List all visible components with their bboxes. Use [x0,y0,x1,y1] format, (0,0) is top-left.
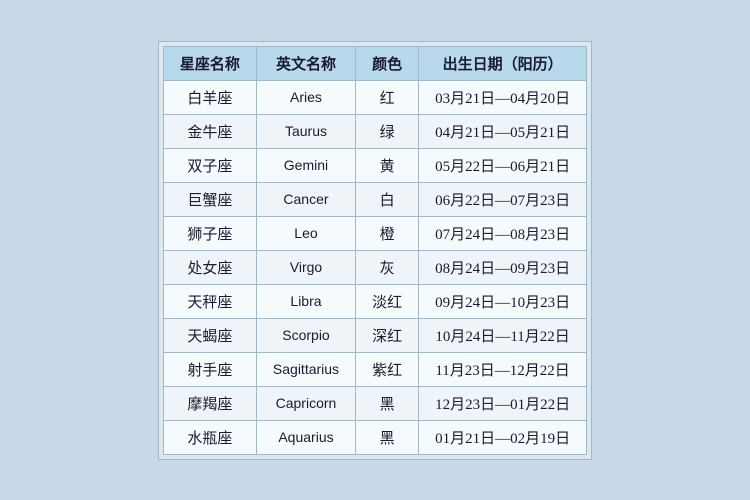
table-row: 处女座Virgo灰08月24日—09月23日 [163,250,586,284]
cell-chinese-name: 摩羯座 [163,386,256,420]
cell-date: 03月21日—04月20日 [419,80,587,114]
table-row: 水瓶座Aquarius黑01月21日—02月19日 [163,420,586,454]
table-row: 白羊座Aries红03月21日—04月20日 [163,80,586,114]
cell-date: 08月24日—09月23日 [419,250,587,284]
cell-color: 灰 [356,250,419,284]
zodiac-table-container: 星座名称 英文名称 颜色 出生日期（阳历） 白羊座Aries红03月21日—04… [158,41,592,460]
cell-chinese-name: 天蝎座 [163,318,256,352]
table-row: 巨蟹座Cancer白06月22日—07月23日 [163,182,586,216]
cell-chinese-name: 巨蟹座 [163,182,256,216]
cell-chinese-name: 双子座 [163,148,256,182]
header-color: 颜色 [356,46,419,80]
cell-date: 10月24日—11月22日 [419,318,587,352]
cell-chinese-name: 天秤座 [163,284,256,318]
cell-english-name: Aries [256,80,355,114]
header-date: 出生日期（阳历） [419,46,587,80]
cell-color: 红 [356,80,419,114]
table-header-row: 星座名称 英文名称 颜色 出生日期（阳历） [163,46,586,80]
cell-date: 05月22日—06月21日 [419,148,587,182]
cell-chinese-name: 处女座 [163,250,256,284]
cell-date: 12月23日—01月22日 [419,386,587,420]
cell-english-name: Taurus [256,114,355,148]
table-body: 白羊座Aries红03月21日—04月20日金牛座Taurus绿04月21日—0… [163,80,586,454]
table-row: 射手座Sagittarius紫红11月23日—12月22日 [163,352,586,386]
table-row: 狮子座Leo橙07月24日—08月23日 [163,216,586,250]
cell-chinese-name: 白羊座 [163,80,256,114]
cell-color: 紫红 [356,352,419,386]
cell-date: 04月21日—05月21日 [419,114,587,148]
zodiac-table: 星座名称 英文名称 颜色 出生日期（阳历） 白羊座Aries红03月21日—04… [163,46,587,455]
cell-english-name: Sagittarius [256,352,355,386]
cell-chinese-name: 狮子座 [163,216,256,250]
cell-color: 黑 [356,420,419,454]
table-row: 摩羯座Capricorn黑12月23日—01月22日 [163,386,586,420]
cell-chinese-name: 金牛座 [163,114,256,148]
cell-english-name: Cancer [256,182,355,216]
cell-english-name: Capricorn [256,386,355,420]
cell-color: 黄 [356,148,419,182]
cell-color: 橙 [356,216,419,250]
cell-color: 白 [356,182,419,216]
cell-english-name: Gemini [256,148,355,182]
cell-color: 深红 [356,318,419,352]
cell-date: 11月23日—12月22日 [419,352,587,386]
cell-color: 黑 [356,386,419,420]
cell-color: 绿 [356,114,419,148]
table-row: 天秤座Libra淡红09月24日—10月23日 [163,284,586,318]
cell-date: 01月21日—02月19日 [419,420,587,454]
cell-english-name: Libra [256,284,355,318]
table-row: 双子座Gemini黄05月22日—06月21日 [163,148,586,182]
cell-color: 淡红 [356,284,419,318]
table-row: 金牛座Taurus绿04月21日—05月21日 [163,114,586,148]
header-chinese-name: 星座名称 [163,46,256,80]
cell-date: 07月24日—08月23日 [419,216,587,250]
cell-chinese-name: 射手座 [163,352,256,386]
cell-english-name: Scorpio [256,318,355,352]
header-english-name: 英文名称 [256,46,355,80]
cell-date: 06月22日—07月23日 [419,182,587,216]
cell-chinese-name: 水瓶座 [163,420,256,454]
cell-english-name: Aquarius [256,420,355,454]
cell-english-name: Virgo [256,250,355,284]
cell-english-name: Leo [256,216,355,250]
table-row: 天蝎座Scorpio深红10月24日—11月22日 [163,318,586,352]
cell-date: 09月24日—10月23日 [419,284,587,318]
